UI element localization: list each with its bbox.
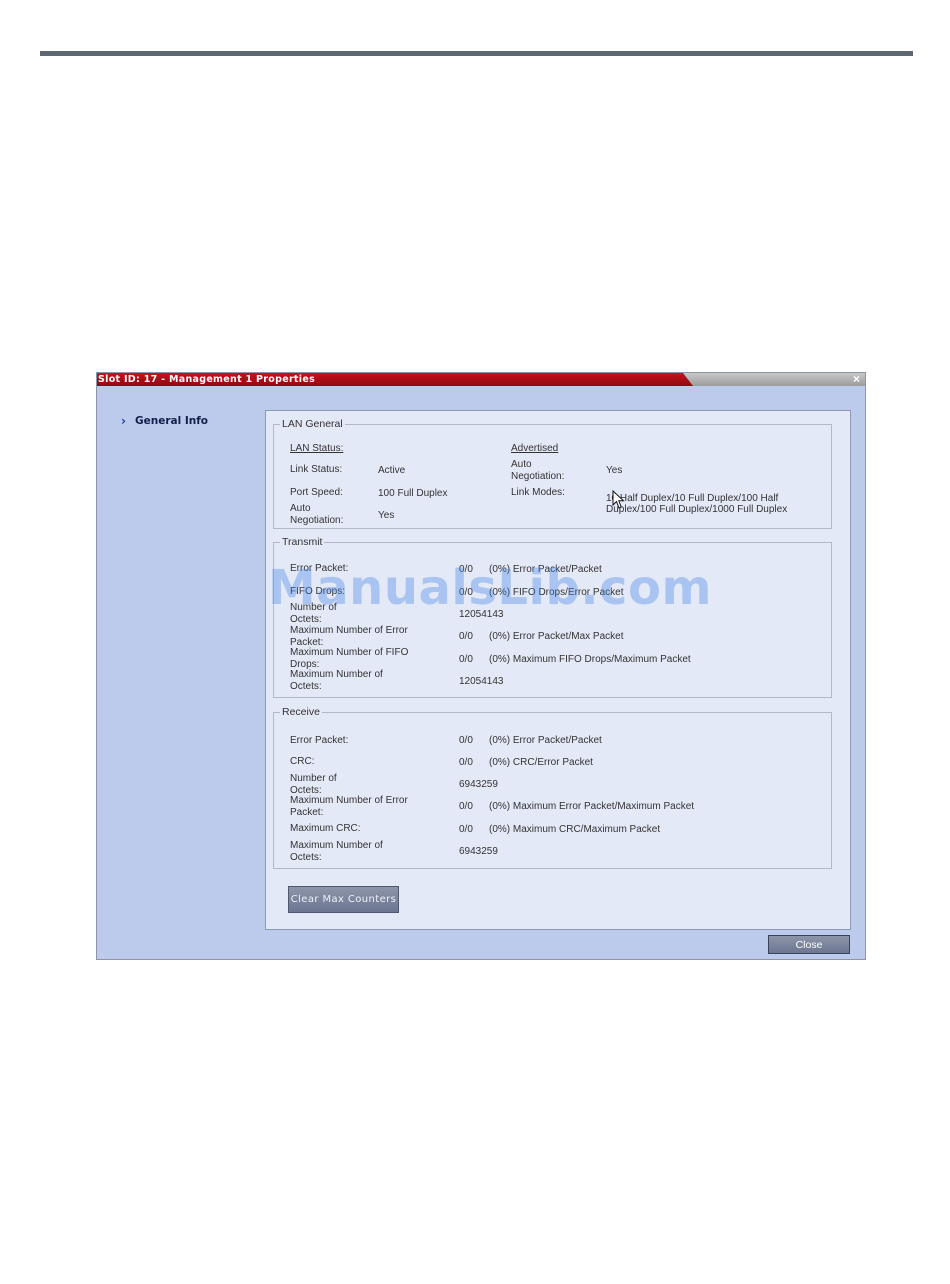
- receive-group: Receive Error Packet: 0/0 (0%) Error Pac…: [273, 706, 832, 869]
- rx-crc-label: CRC:: [290, 756, 315, 767]
- tx-error-packet-desc: (0%) Error Packet/Packet: [489, 564, 602, 575]
- clear-max-counters-button[interactable]: Clear Max Counters: [288, 886, 399, 913]
- adv-auto-negotiation-label: Auto: [511, 459, 532, 470]
- page-top-rule: [40, 51, 913, 56]
- nav-item-label: General Info: [135, 415, 209, 427]
- tx-max-octets-label-2: Octets:: [290, 681, 322, 692]
- rx-error-packet-desc: (0%) Error Packet/Packet: [489, 735, 602, 746]
- tx-max-error-desc: (0%) Error Packet/Max Packet: [489, 631, 624, 642]
- tx-max-fifo-desc: (0%) Maximum FIFO Drops/Maximum Packet: [489, 654, 691, 665]
- lan-status-heading: LAN Status:: [290, 443, 344, 454]
- link-status-label: Link Status:: [290, 464, 343, 475]
- adv-auto-negotiation-label-2: Negotiation:: [511, 471, 565, 482]
- dialog-title: Slot ID: 17 - Management 1 Properties: [98, 374, 316, 385]
- tx-error-packet-value: 0/0: [459, 564, 473, 575]
- auto-negotiation-label-2: Negotiation:: [290, 515, 344, 526]
- rx-max-crc-desc: (0%) Maximum CRC/Maximum Packet: [489, 824, 661, 835]
- rx-error-packet-value: 0/0: [459, 735, 473, 746]
- link-modes-value-2: Duplex/100 Full Duplex/1000 Full Duplex: [606, 504, 788, 515]
- port-speed-value: 100 Full Duplex: [378, 488, 448, 499]
- rx-crc-value: 0/0: [459, 757, 473, 768]
- transmit-legend: Transmit: [282, 536, 323, 548]
- tx-fifo-drops-desc: (0%) FIFO Drops/Error Packet: [489, 587, 624, 598]
- tx-octets-value: 12054143: [459, 609, 504, 620]
- tx-error-packet-label: Error Packet:: [290, 563, 349, 574]
- rx-max-error-desc: (0%) Maximum Error Packet/Maximum Packet: [489, 801, 695, 812]
- lan-general-group: LAN General LAN Status: Advertised Link …: [273, 418, 832, 529]
- rx-crc-desc: (0%) CRC/Error Packet: [489, 757, 593, 768]
- rx-max-crc-value: 0/0: [459, 824, 473, 835]
- auto-negotiation-value: Yes: [378, 510, 395, 521]
- nav-item-general-info[interactable]: › General Info: [121, 414, 208, 428]
- tx-max-fifo-label: Maximum Number of FIFO: [290, 647, 409, 658]
- close-icon[interactable]: ×: [853, 373, 860, 386]
- receive-legend: Receive: [282, 706, 320, 718]
- rx-octets-value: 6943259: [459, 779, 498, 790]
- general-info-panel: LAN General LAN Status: Advertised Link …: [265, 410, 851, 930]
- rx-max-error-label-2: Packet:: [290, 807, 324, 818]
- tx-max-octets-label: Maximum Number of: [290, 669, 383, 680]
- tx-max-fifo-value: 0/0: [459, 654, 473, 665]
- tx-max-octets-value: 12054143: [459, 676, 504, 687]
- adv-auto-negotiation-value: Yes: [606, 465, 623, 476]
- tx-max-error-label: Maximum Number of Error: [290, 625, 408, 636]
- link-modes-label: Link Modes:: [511, 487, 565, 498]
- rx-octets-label: Number of: [290, 773, 337, 784]
- rx-error-packet-label: Error Packet:: [290, 735, 349, 746]
- transmit-group: Transmit Error Packet: 0/0 (0%) Error Pa…: [273, 536, 832, 698]
- lan-general-legend: LAN General: [282, 418, 343, 430]
- tx-fifo-drops-value: 0/0: [459, 587, 473, 598]
- rx-max-octets-value: 6943259: [459, 846, 498, 857]
- tx-max-error-value: 0/0: [459, 631, 473, 642]
- mouse-pointer-icon: [612, 490, 625, 509]
- rx-max-crc-label: Maximum CRC:: [290, 823, 361, 834]
- tx-octets-label: Number of: [290, 602, 337, 613]
- link-status-value: Active: [378, 465, 406, 476]
- rx-max-error-label: Maximum Number of Error: [290, 795, 408, 806]
- port-speed-label: Port Speed:: [290, 487, 343, 498]
- rx-max-octets-label-2: Octets:: [290, 852, 322, 863]
- advertised-heading: Advertised: [511, 443, 559, 454]
- auto-negotiation-label: Auto: [290, 503, 311, 514]
- dialog-titlebar[interactable]: Slot ID: 17 - Management 1 Properties ×: [97, 373, 865, 386]
- properties-dialog: Slot ID: 17 - Management 1 Properties × …: [96, 372, 866, 960]
- chevron-right-icon: ›: [121, 414, 126, 428]
- close-button[interactable]: Close: [768, 935, 850, 954]
- tx-fifo-drops-label: FIFO Drops:: [290, 586, 346, 597]
- rx-max-octets-label: Maximum Number of: [290, 840, 383, 851]
- rx-max-error-value: 0/0: [459, 801, 473, 812]
